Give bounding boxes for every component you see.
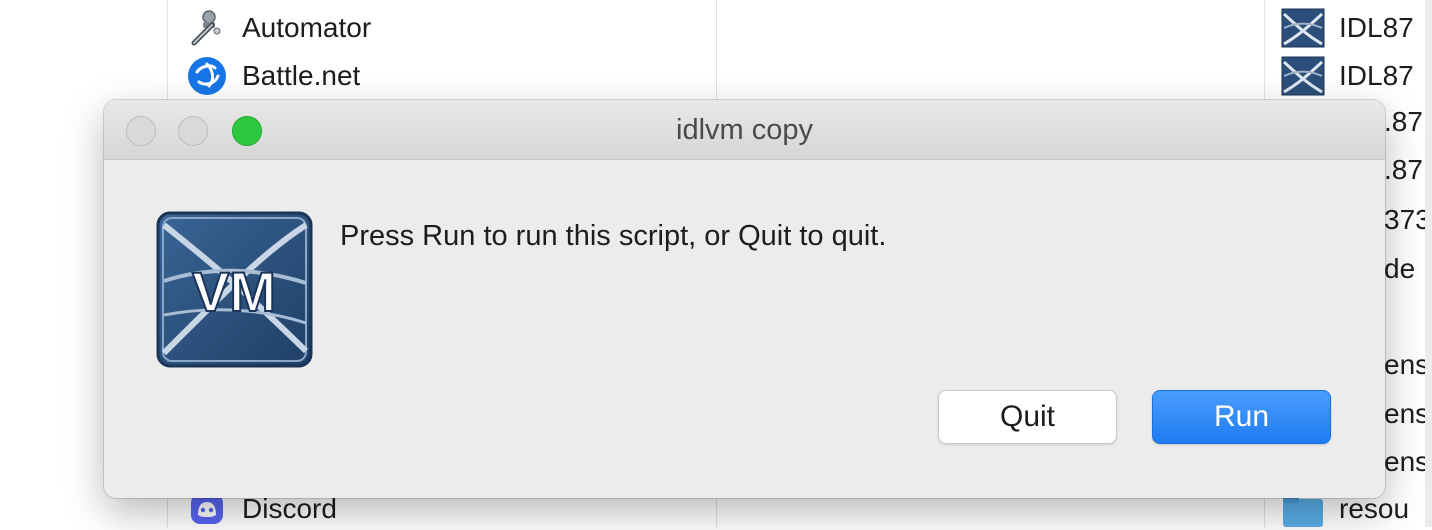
file-item-label: ens [1384, 398, 1425, 429]
file-item-idl[interactable]: IDL87 [1281, 8, 1425, 48]
quit-button[interactable]: Quit [938, 390, 1117, 444]
app-item-label: Battle.net [242, 60, 361, 91]
app-item-label: Automator [242, 12, 372, 43]
automator-icon [186, 7, 228, 49]
file-item-label: .87 [1384, 154, 1423, 185]
vm-icon-text: VM [192, 260, 276, 323]
idl-file-icon [1281, 8, 1325, 48]
file-item-label: de [1384, 253, 1416, 284]
dialog-message: Press Run to run this script, or Quit to… [340, 220, 887, 252]
app-item-automator[interactable]: Automator [186, 8, 371, 48]
battlenet-icon [186, 55, 228, 97]
run-button[interactable]: Run [1152, 390, 1331, 444]
dialog-titlebar[interactable]: idlvm copy [104, 100, 1385, 160]
idl-vm-icon: VM [156, 211, 313, 368]
app-item-battlenet[interactable]: Battle.net [186, 56, 360, 96]
file-item-idl[interactable]: IDL87 [1281, 56, 1425, 96]
idl-file-icon [1281, 56, 1325, 96]
file-item-label: ens [1384, 446, 1425, 477]
file-item-label: 373 [1384, 204, 1425, 235]
scroll-strip [1425, 0, 1432, 527]
file-item-label: .87 [1384, 106, 1423, 137]
file-item-label: IDL87 [1339, 60, 1414, 91]
dialog-title: idlvm copy [676, 114, 813, 146]
file-item-label: IDL87 [1339, 12, 1414, 43]
script-dialog: idlvm copy VM Press Run to run this scri… [104, 100, 1385, 498]
file-item-label: ens [1384, 349, 1425, 380]
